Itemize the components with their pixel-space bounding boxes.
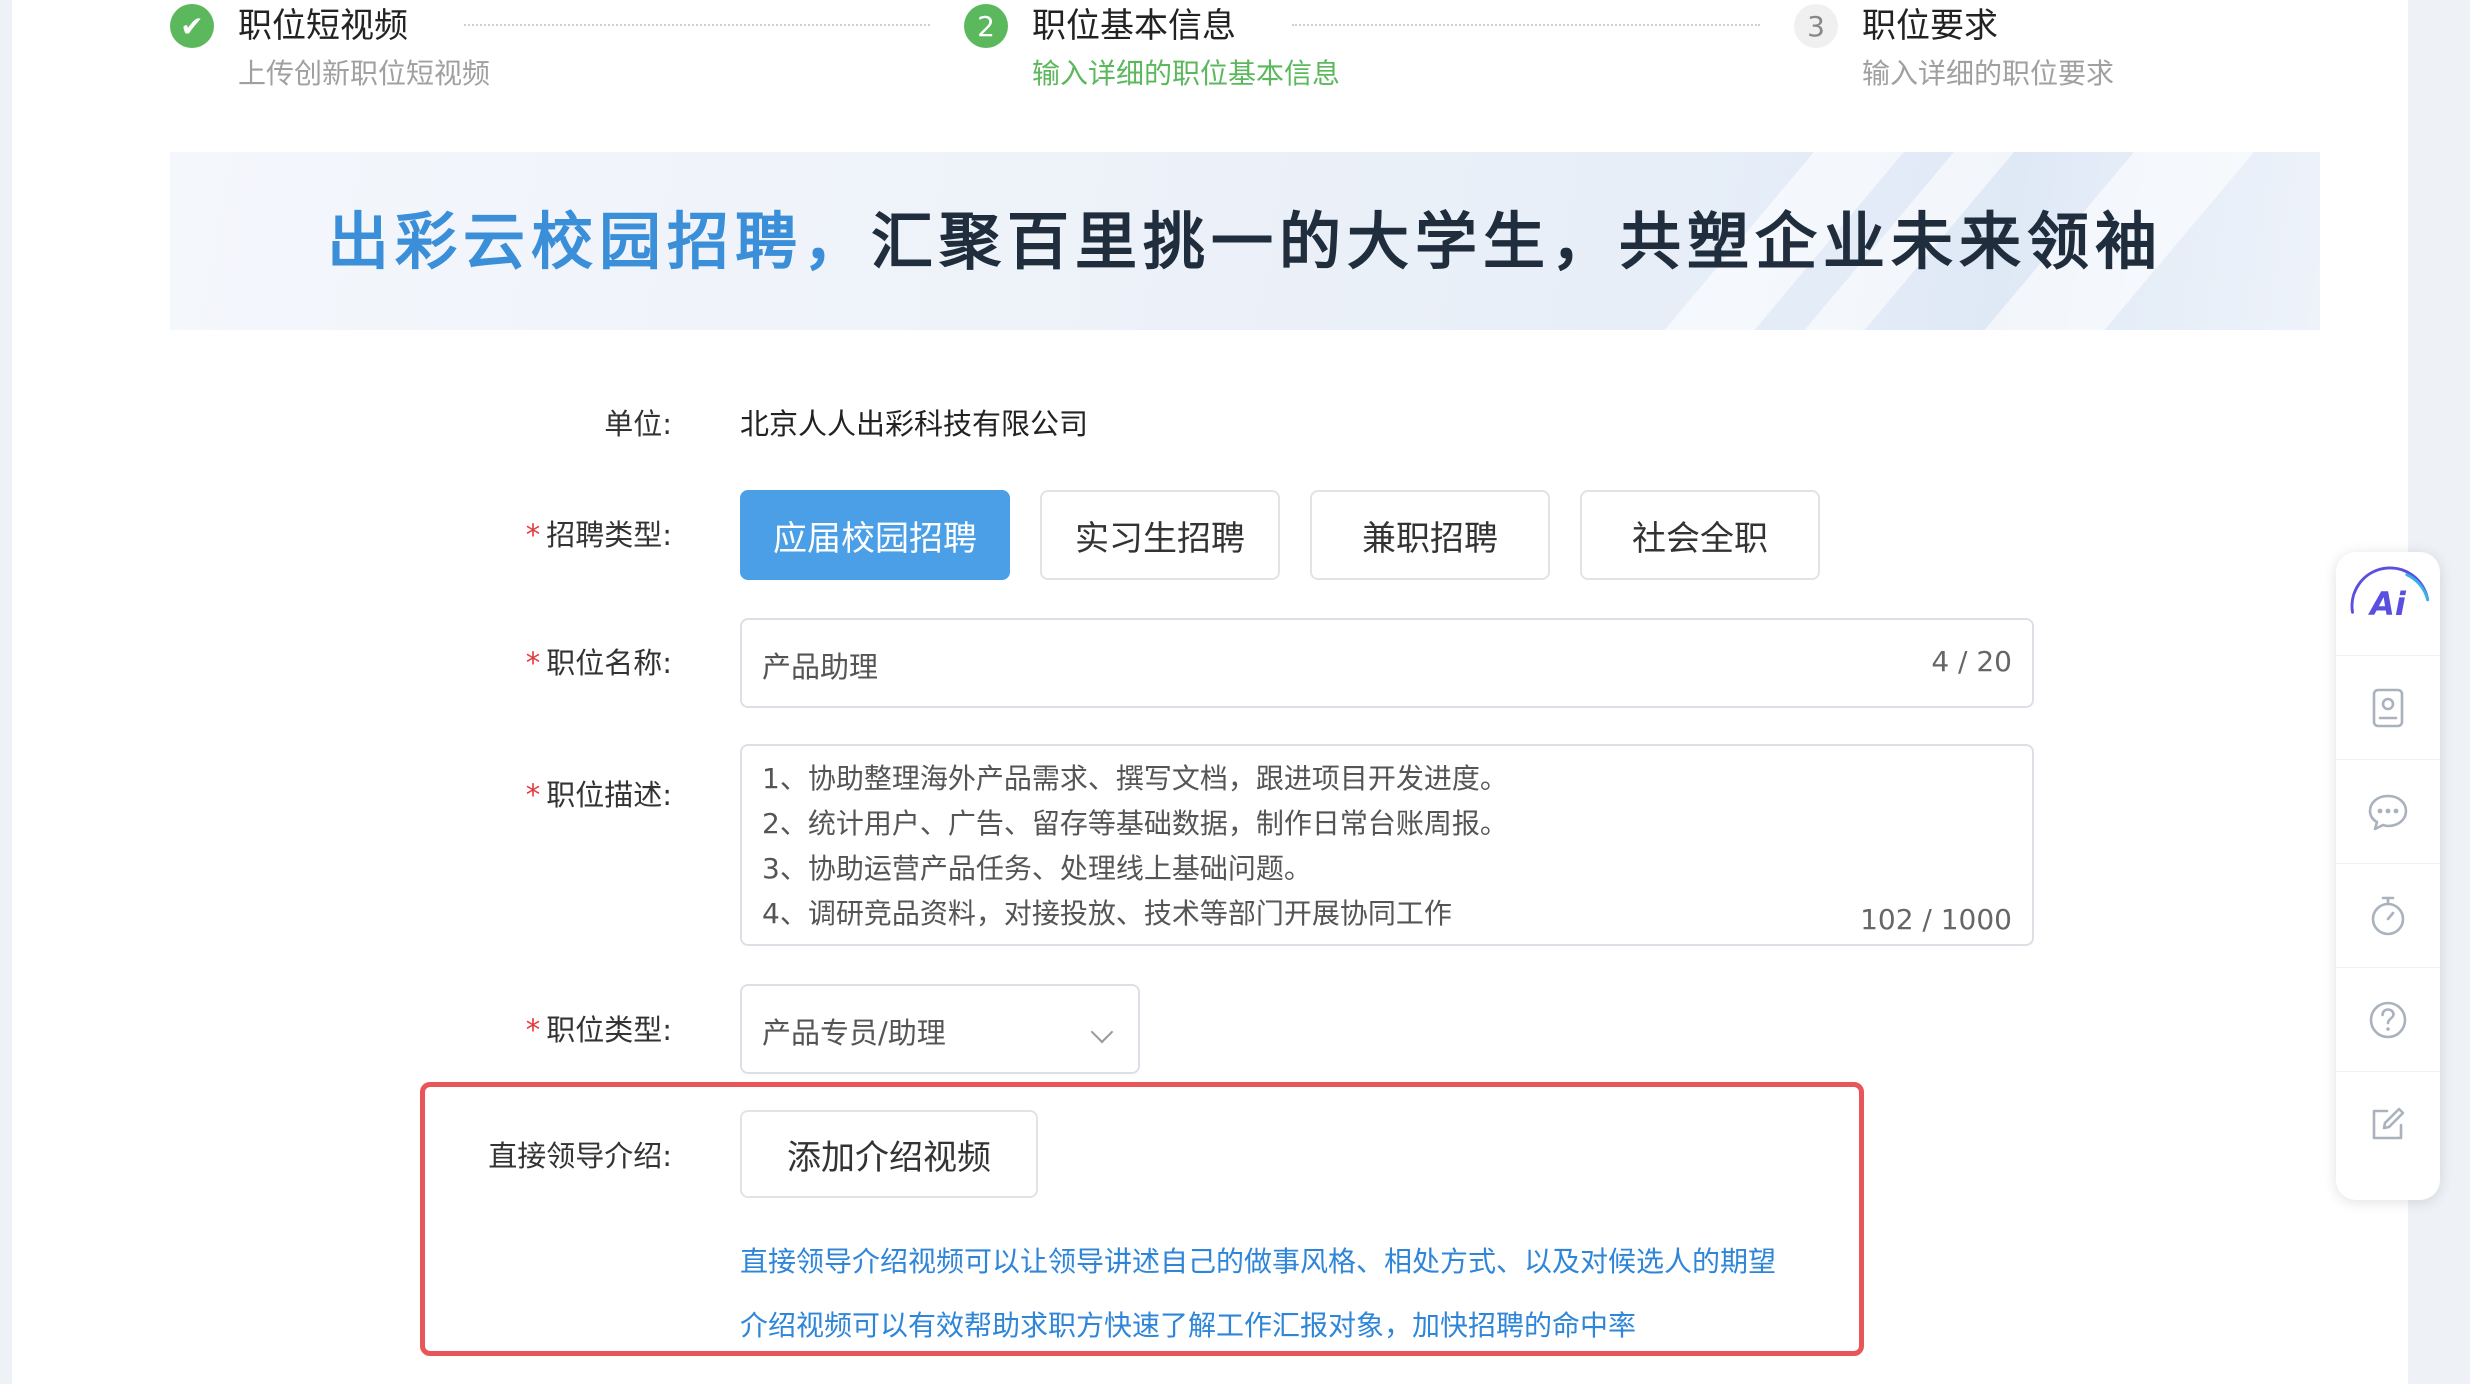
step-number-badge: 3 xyxy=(1794,4,1838,48)
required-mark: * xyxy=(525,778,541,812)
job-category-label: * 职位类型: xyxy=(525,1013,672,1047)
recruit-type-campus-button[interactable]: 应届校园招聘 xyxy=(740,490,1010,580)
recruit-type-fulltime-button[interactable]: 社会全职 xyxy=(1580,490,1820,580)
contact-card-button[interactable] xyxy=(2336,656,2440,760)
banner-headline-main: 汇聚百里挑一的大学生，共塑企业未来领袖 xyxy=(871,205,2164,278)
leader-intro-hint: 介绍视频可以有效帮助求职方快速了解工作汇报对象，加快招聘的命中率 xyxy=(740,1309,1637,1342)
edit-icon xyxy=(2372,1107,2405,1140)
main-panel: ✔ 职位短视频 上传创新职位短视频 2 职位基本信息 输入详细的职位基本信息 3… xyxy=(12,0,2408,1384)
job-name-input[interactable]: 产品助理 4 / 20 xyxy=(740,618,2034,708)
required-mark: * xyxy=(525,518,541,552)
job-desc-line: 3、协助运营产品任务、处理线上基础问题。 xyxy=(762,852,1312,885)
recruit-type-parttime-button[interactable]: 兼职招聘 xyxy=(1310,490,1550,580)
help-button[interactable] xyxy=(2336,968,2440,1072)
contact-card-icon xyxy=(2372,688,2404,727)
step-divider xyxy=(464,24,930,26)
banner-headline: 出彩云校园招聘，汇聚百里挑一的大学生，共塑企业未来领袖 xyxy=(170,202,2320,282)
required-mark: * xyxy=(525,1013,541,1047)
check-icon: ✔ xyxy=(170,4,214,48)
step-subtitle: 上传创新职位短视频 xyxy=(238,57,491,90)
step-subtitle: 输入详细的职位基本信息 xyxy=(1032,57,1341,90)
ai-ring-icon xyxy=(2350,566,2430,614)
step-divider xyxy=(1292,24,1760,26)
banner-headline-highlight: 出彩云校园招聘， xyxy=(326,205,871,278)
job-name-value: 产品助理 xyxy=(762,650,879,684)
recruit-banner: 出彩云校园招聘，汇聚百里挑一的大学生，共塑企业未来领袖 xyxy=(170,152,2320,330)
step-number-badge: 2 xyxy=(964,4,1008,48)
edit-button[interactable] xyxy=(2336,1072,2440,1176)
leader-intro-label: 直接领导介绍: xyxy=(488,1139,672,1173)
company-value: 北京人人出彩科技有限公司 xyxy=(740,407,1089,441)
step-title: 职位要求 xyxy=(1862,6,1998,46)
chevron-down-icon xyxy=(1090,1020,1114,1044)
chat-icon xyxy=(2368,794,2408,830)
job-desc-label: * 职位描述: xyxy=(525,778,672,812)
job-desc-line: 2、统计用户、广告、留存等基础数据，制作日常台账周报。 xyxy=(762,807,1508,840)
company-label: 单位: xyxy=(604,407,672,441)
job-desc-line: 1、协助整理海外产品需求、撰写文档，跟进项目开发进度。 xyxy=(762,762,1508,795)
help-icon xyxy=(2369,1001,2407,1038)
step-title: 职位基本信息 xyxy=(1032,6,1236,46)
timer-icon xyxy=(2371,896,2405,935)
job-desc-counter: 102 / 1000 xyxy=(1860,903,2012,936)
job-name-label: * 职位名称: xyxy=(525,646,672,680)
job-category-value: 产品专员/助理 xyxy=(762,1016,946,1050)
step-title: 职位短视频 xyxy=(238,6,408,46)
required-mark: * xyxy=(525,646,541,680)
job-desc-text: 1、协助整理海外产品需求、撰写文档，跟进项目开发进度。 2、统计用户、广告、留存… xyxy=(762,756,1508,936)
job-desc-line: 4、调研竞品资料，对接投放、技术等部门开展协同工作 xyxy=(762,897,1452,930)
step-subtitle: 输入详细的职位要求 xyxy=(1862,57,2115,90)
job-desc-textarea[interactable]: 1、协助整理海外产品需求、撰写文档，跟进项目开发进度。 2、统计用户、广告、留存… xyxy=(740,744,2034,946)
right-toolbar: Ai xyxy=(2336,552,2440,1200)
ai-assistant-button[interactable]: Ai xyxy=(2336,552,2440,656)
add-intro-video-button[interactable]: 添加介绍视频 xyxy=(740,1110,1038,1198)
job-name-counter: 4 / 20 xyxy=(1931,645,2012,678)
leader-intro-hint: 直接领导介绍视频可以让领导讲述自己的做事风格、相处方式、以及对候选人的期望 xyxy=(740,1245,1777,1278)
timer-button[interactable] xyxy=(2336,864,2440,968)
job-category-select[interactable]: 产品专员/助理 xyxy=(740,984,1140,1074)
chat-button[interactable] xyxy=(2336,760,2440,864)
recruit-type-label: * 招聘类型: xyxy=(525,518,672,552)
recruit-type-intern-button[interactable]: 实习生招聘 xyxy=(1040,490,1280,580)
